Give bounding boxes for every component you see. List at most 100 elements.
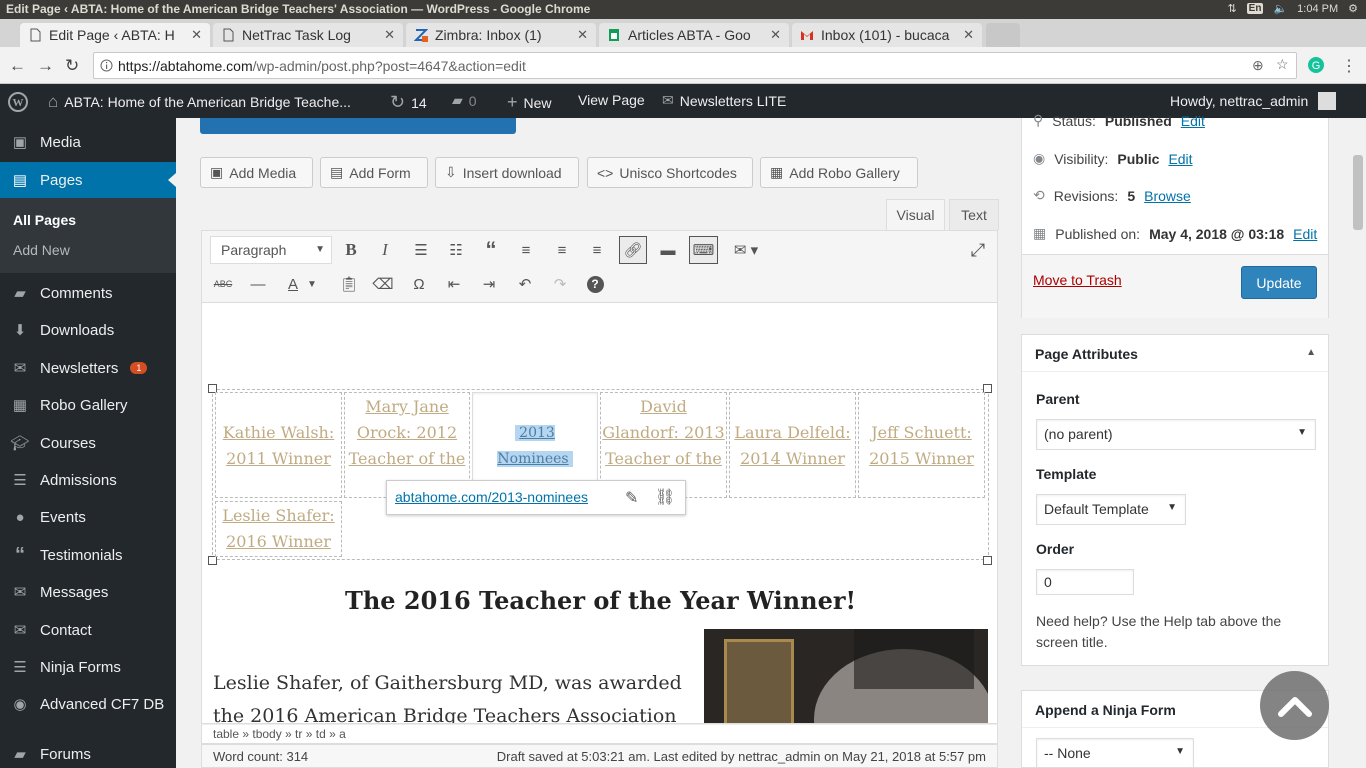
- back-arrow-icon[interactable]: ←: [9, 56, 26, 76]
- winner-link[interactable]: Laura Delfeld: 2014 Winner: [734, 423, 850, 468]
- undo-icon[interactable]: ↶: [512, 271, 538, 297]
- network-icon[interactable]: ⇅: [1227, 2, 1236, 15]
- grammarly-icon[interactable]: G: [1307, 56, 1325, 74]
- sidebar-item-media[interactable]: ▣ Media: [0, 124, 176, 160]
- sidebar-item-contact[interactable]: ✉ Contact: [0, 612, 176, 648]
- new-tab-button[interactable]: [986, 23, 1020, 47]
- bullet-list-icon[interactable]: ☰: [408, 237, 434, 263]
- collapse-arrow-icon[interactable]: ▲: [1306, 347, 1316, 358]
- winner-link[interactable]: Jeff Schuett: 2015 Winner: [869, 423, 974, 468]
- comments-link[interactable]: ▰ 0: [452, 92, 477, 109]
- horizontal-line-icon[interactable]: —: [245, 271, 271, 297]
- sidebar-item-testimonials[interactable]: “Testimonials: [0, 537, 176, 573]
- table-cell[interactable]: Jeff Schuett: 2015 Winner: [858, 392, 985, 498]
- forward-arrow-icon[interactable]: →: [37, 56, 54, 76]
- format-select[interactable]: Paragraph ▼: [210, 236, 332, 264]
- winner-link[interactable]: Leslie Shafer: 2016 Winner: [222, 506, 334, 551]
- sidebar-item-pages[interactable]: ▤ Pages: [0, 162, 176, 198]
- winner-link[interactable]: Kathie Walsh: 2011 Winner: [223, 423, 335, 468]
- settings-gear-icon[interactable]: ⚙: [1348, 2, 1358, 15]
- order-input[interactable]: 0: [1036, 569, 1134, 595]
- insert-download-button[interactable]: ⇩ Insert download: [435, 157, 579, 188]
- strikethrough-icon[interactable]: ABC: [210, 271, 236, 297]
- submenu-all-pages[interactable]: All Pages: [13, 212, 76, 228]
- winner-link[interactable]: David Glandorf: 2013 Teacher of the: [602, 397, 724, 468]
- tab-visual[interactable]: Visual: [886, 199, 945, 230]
- sidebar-item-downloads[interactable]: ⬇ Downloads: [0, 312, 176, 348]
- winner-photo[interactable]: [704, 629, 988, 723]
- newsletters-link[interactable]: ✉ Newsletters LITE: [662, 92, 786, 109]
- sidebar-item-newsletters[interactable]: ✉ Newsletters 1: [0, 350, 176, 386]
- resize-handle[interactable]: [983, 556, 992, 565]
- wordpress-logo-icon[interactable]: W: [8, 92, 28, 112]
- resize-handle[interactable]: [208, 556, 217, 565]
- browser-tab-zimbra[interactable]: Zimbra: Inbox (1) ✕: [406, 23, 596, 47]
- zoom-icon[interactable]: ⊕: [1252, 57, 1264, 74]
- italic-icon[interactable]: I: [372, 237, 398, 263]
- sidebar-item-comments[interactable]: ▰ Comments: [0, 275, 176, 311]
- align-center-icon[interactable]: ≡: [549, 237, 575, 263]
- unlink-icon[interactable]: ⛓: [655, 487, 675, 507]
- sidebar-item-forums[interactable]: ▰ Forums: [0, 736, 176, 768]
- submenu-add-new[interactable]: Add New: [13, 242, 70, 258]
- outdent-icon[interactable]: ⇤: [441, 271, 467, 297]
- nominees-link[interactable]: 2013 Nominees: [497, 425, 573, 467]
- my-account-link[interactable]: Howdy, nettrac_admin: [1170, 92, 1337, 110]
- clock[interactable]: 1:04 PM: [1297, 3, 1338, 15]
- link-url[interactable]: abtahome.com/2013-nominees: [395, 489, 588, 505]
- sidebar-item-robo-gallery[interactable]: ▦ Robo Gallery: [0, 387, 176, 423]
- featured-button-partial[interactable]: [200, 118, 516, 134]
- add-form-button[interactable]: ▤ Add Form: [320, 157, 428, 188]
- sidebar-item-advanced-cf7-db[interactable]: ◉ Advanced CF7 DB: [0, 686, 176, 722]
- fullscreen-icon[interactable]: ⤢: [965, 237, 991, 263]
- template-select[interactable]: Default Template ▼: [1036, 494, 1186, 525]
- reload-icon[interactable]: ↻: [65, 56, 79, 76]
- sidebar-item-ninja-forms[interactable]: ☰ Ninja Forms: [0, 649, 176, 685]
- paste-text-icon[interactable]: 📋︎: [336, 271, 362, 297]
- editor-content[interactable]: Kathie Walsh: 2011 Winner Mary Jane Oroc…: [201, 303, 998, 724]
- edit-visibility-link[interactable]: Edit: [1168, 151, 1192, 167]
- page-attributes-header[interactable]: Page Attributes ▲: [1022, 335, 1328, 372]
- sidebar-item-messages[interactable]: ✉ Messages: [0, 574, 176, 610]
- special-character-icon[interactable]: Ω: [406, 271, 432, 297]
- unisco-shortcodes-button[interactable]: <> Unisco Shortcodes: [587, 157, 753, 188]
- browse-revisions-link[interactable]: Browse: [1144, 188, 1191, 204]
- sidebar-item-admissions[interactable]: ☰ Admissions: [0, 462, 176, 498]
- help-icon[interactable]: ?: [582, 271, 608, 297]
- scrollbar-thumb[interactable]: [1353, 155, 1363, 230]
- browser-tab-edit-page[interactable]: Edit Page ‹ ABTA: H ✕: [20, 23, 210, 47]
- volume-icon[interactable]: 🔈: [1273, 2, 1287, 15]
- browser-tab-nettrac[interactable]: NetTrac Task Log ✕: [213, 23, 403, 47]
- add-media-button[interactable]: ▣ Add Media: [200, 157, 313, 188]
- tab-text[interactable]: Text: [949, 199, 999, 230]
- site-name-link[interactable]: ⌂ ABTA: Home of the American Bridge Teac…: [48, 92, 351, 112]
- sidebar-item-courses[interactable]: 🎓︎ Courses: [0, 425, 176, 461]
- redo-icon[interactable]: ↷: [547, 271, 573, 297]
- read-more-icon[interactable]: ▬: [655, 237, 681, 263]
- browser-menu-icon[interactable]: ⋮: [1341, 56, 1357, 76]
- new-content-link[interactable]: + New: [507, 92, 552, 113]
- keyboard-layout[interactable]: En: [1246, 3, 1264, 14]
- edit-pencil-icon[interactable]: ✎: [625, 488, 638, 508]
- add-robo-gallery-button[interactable]: ▦ Add Robo Gallery: [760, 157, 918, 188]
- table-cell[interactable]: Laura Delfeld: 2014 Winner: [729, 392, 856, 498]
- scroll-to-top-button[interactable]: [1260, 671, 1329, 740]
- address-bar[interactable]: https://abtahome.com/wp-admin/post.php?p…: [93, 52, 1297, 79]
- clear-formatting-icon[interactable]: ⌫: [370, 271, 396, 297]
- parent-select[interactable]: (no parent) ▼: [1036, 419, 1316, 450]
- insert-link-icon[interactable]: 🔗︎: [619, 236, 647, 264]
- browser-tab-gmail[interactable]: Inbox (101) - bucaca ✕: [792, 23, 982, 47]
- toolbar-toggle-icon[interactable]: ⌨: [689, 236, 718, 264]
- close-tab-icon[interactable]: ✕: [577, 27, 588, 43]
- bookmark-star-icon[interactable]: ☆: [1276, 56, 1289, 73]
- chevron-down-icon[interactable]: ▼: [305, 271, 319, 297]
- close-tab-icon[interactable]: ✕: [191, 27, 202, 43]
- align-left-icon[interactable]: ≡: [513, 237, 539, 263]
- numbered-list-icon[interactable]: ☷: [443, 237, 469, 263]
- email-dropdown-icon[interactable]: ✉ ▾: [726, 237, 766, 263]
- edit-date-link[interactable]: Edit: [1293, 226, 1317, 242]
- align-right-icon[interactable]: ≡: [584, 237, 610, 263]
- browser-tab-articles[interactable]: Articles ABTA - Goo ✕: [599, 23, 789, 47]
- close-tab-icon[interactable]: ✕: [963, 27, 974, 43]
- move-to-trash-link[interactable]: Move to Trash: [1033, 272, 1122, 288]
